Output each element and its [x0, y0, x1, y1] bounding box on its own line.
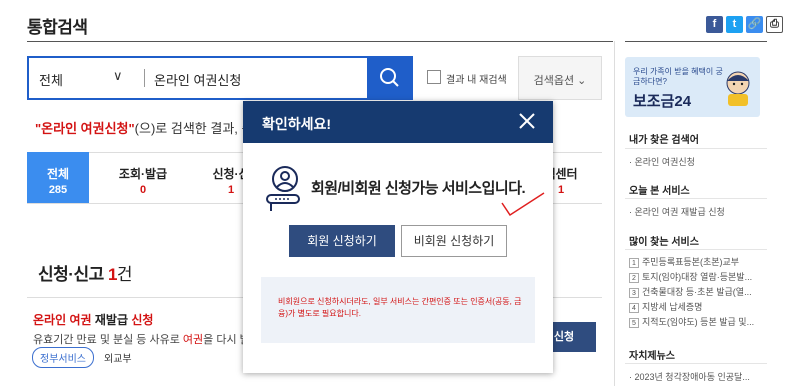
modal-title: 확인하세요! — [262, 116, 332, 132]
title-divider — [27, 41, 613, 42]
divider — [625, 198, 767, 199]
recent-searches-heading: 내가 찾은 검색어 — [629, 135, 699, 146]
chevron-down-icon[interactable]: ∨ — [113, 68, 123, 84]
search-options-button[interactable]: 검색옵션 ⌄ — [518, 56, 602, 100]
result-item-description: 유효기간 만료 및 분실 등 사유로 여권을 다시 발급받 — [33, 331, 270, 347]
result-query: "온라인 여권신청" — [35, 121, 135, 136]
tab-all[interactable]: 전체 285 — [27, 152, 89, 204]
section-count-suffix: 건 — [116, 265, 133, 284]
popular-item[interactable]: 4 지방세 납세증명 — [629, 300, 702, 313]
sidebar-divider — [614, 41, 615, 386]
search-icon — [380, 68, 399, 87]
section-title-text: 신청·신고 — [38, 265, 108, 284]
search-scope-select[interactable]: 전체 — [39, 70, 63, 89]
banner-subtitle: 우리 가족이 받을 혜택이 궁금하다면? — [633, 67, 723, 86]
divider — [144, 69, 145, 87]
popular-item[interactable]: 3 건축물대장 등·초본 발급(열... — [629, 285, 752, 298]
desc-text: 유효기간 만료 및 분실 등 사유로 — [33, 334, 183, 346]
organization-label: 외교부 — [104, 354, 132, 365]
viewed-service-item[interactable]: · 온라인 여권 재발급 신청 — [629, 205, 725, 218]
popular-item-label: 주민등록표등본(초본)교부 — [642, 257, 740, 267]
tab-count: 285 — [48, 184, 68, 196]
page-title: 통합검색 — [27, 18, 88, 37]
print-icon[interactable]: ⎙ — [766, 16, 783, 33]
popular-item-label: 지방세 납세증명 — [642, 302, 703, 312]
user-certificate-icon — [266, 166, 300, 211]
subsidy24-banner[interactable]: 우리 가족이 받을 혜택이 궁금하다면? 보조금24 — [625, 57, 760, 117]
rank-badge: 2 — [629, 273, 639, 283]
popular-item-label: 토지(임야)대장 열람·등본발... — [642, 272, 753, 282]
member-apply-button[interactable]: 회원 신청하기 — [289, 225, 395, 257]
result-item-title[interactable]: 온라인 여권 재발급 신청 — [33, 311, 153, 328]
search-options-label: 검색옵션 — [533, 75, 575, 87]
banner-title: 보조금24 — [633, 93, 692, 110]
notice-box: 비회원으로 신청하시더라도, 일부 서비스는 간편인증 또는 인증서(공동, 금… — [261, 277, 535, 343]
title-divider-right — [625, 41, 767, 42]
popular-item[interactable]: 1 주민등록표등본(초본)교부 — [629, 255, 739, 268]
divider — [625, 249, 767, 250]
search-within-label: 결과 내 재검색 — [446, 75, 507, 86]
tab-inquiry[interactable]: 조회·발급 0 — [112, 152, 174, 204]
news-heading: 자치제뉴스 — [629, 351, 675, 362]
share-toolbar: f t 🔗 ⎙ — [706, 16, 783, 33]
title-highlight: 온라인 여권 — [33, 313, 92, 327]
modal-header: 확인하세요! — [243, 101, 553, 143]
tab-label: 전체 — [46, 167, 70, 181]
tab-count: 0 — [139, 184, 147, 196]
section-title: 신청·신고 1건 — [38, 260, 133, 285]
news-item[interactable]: · 2023년 청각장애아동 인공달... — [629, 370, 750, 383]
facebook-icon[interactable]: f — [706, 16, 723, 33]
link-icon[interactable]: 🔗 — [746, 16, 763, 33]
popular-item[interactable]: 5 지적도(임야도) 등본 발급 및... — [629, 315, 754, 328]
mascot-icon — [726, 71, 750, 106]
recent-search-item[interactable]: · 온라인 여권신청 — [629, 155, 695, 168]
search-within-checkbox[interactable] — [427, 70, 441, 84]
search-button[interactable] — [367, 56, 413, 100]
confirm-modal: 확인하세요! 회원/비회원 신청가능 서비스입니다. 회원 신청하기 비회원 신… — [243, 101, 553, 373]
result-summary: "온라인 여권신청"(으)로 검색한 결과, 총 2 — [35, 118, 264, 137]
notice-text: 비회원으로 신청하시더라도, 일부 서비스는 간편인증 또는 인증서(공동, 금… — [278, 297, 522, 318]
viewed-services-heading: 오늘 본 서비스 — [629, 186, 690, 197]
search-input[interactable]: 온라인 여권신청 — [154, 70, 241, 89]
category-tag[interactable]: 정부서비스 — [32, 347, 94, 368]
divider — [625, 363, 767, 364]
rank-badge: 5 — [629, 318, 639, 328]
popular-item[interactable]: 2 토지(임야)대장 열람·등본발... — [629, 270, 752, 283]
close-icon[interactable] — [515, 109, 539, 133]
desc-highlight: 여권 — [182, 334, 204, 346]
rank-badge: 4 — [629, 303, 639, 313]
modal-message: 회원/비회원 신청가능 서비스입니다. — [311, 180, 526, 197]
popular-item-label: 지적도(임야도) 등본 발급 및... — [642, 317, 755, 327]
title-text: 재발급 — [91, 313, 132, 327]
chevron-down-icon: ⌄ — [577, 75, 587, 87]
rank-badge: 3 — [629, 288, 639, 298]
twitter-icon[interactable]: t — [726, 16, 743, 33]
nonmember-apply-button[interactable]: 비회원 신청하기 — [401, 225, 507, 257]
section-count: 1 — [107, 265, 117, 284]
popular-services-heading: 많이 찾는 서비스 — [629, 237, 699, 248]
rank-badge: 1 — [629, 258, 639, 268]
title-highlight: 신청 — [131, 313, 154, 327]
checkmark-annotation — [501, 192, 545, 217]
divider — [625, 148, 767, 149]
popular-item-label: 건축물대장 등·초본 발급(열... — [642, 287, 752, 297]
search-bar: 전체 ∨ 온라인 여권신청 — [27, 56, 367, 100]
tab-label: 조회·발급 — [118, 167, 168, 181]
